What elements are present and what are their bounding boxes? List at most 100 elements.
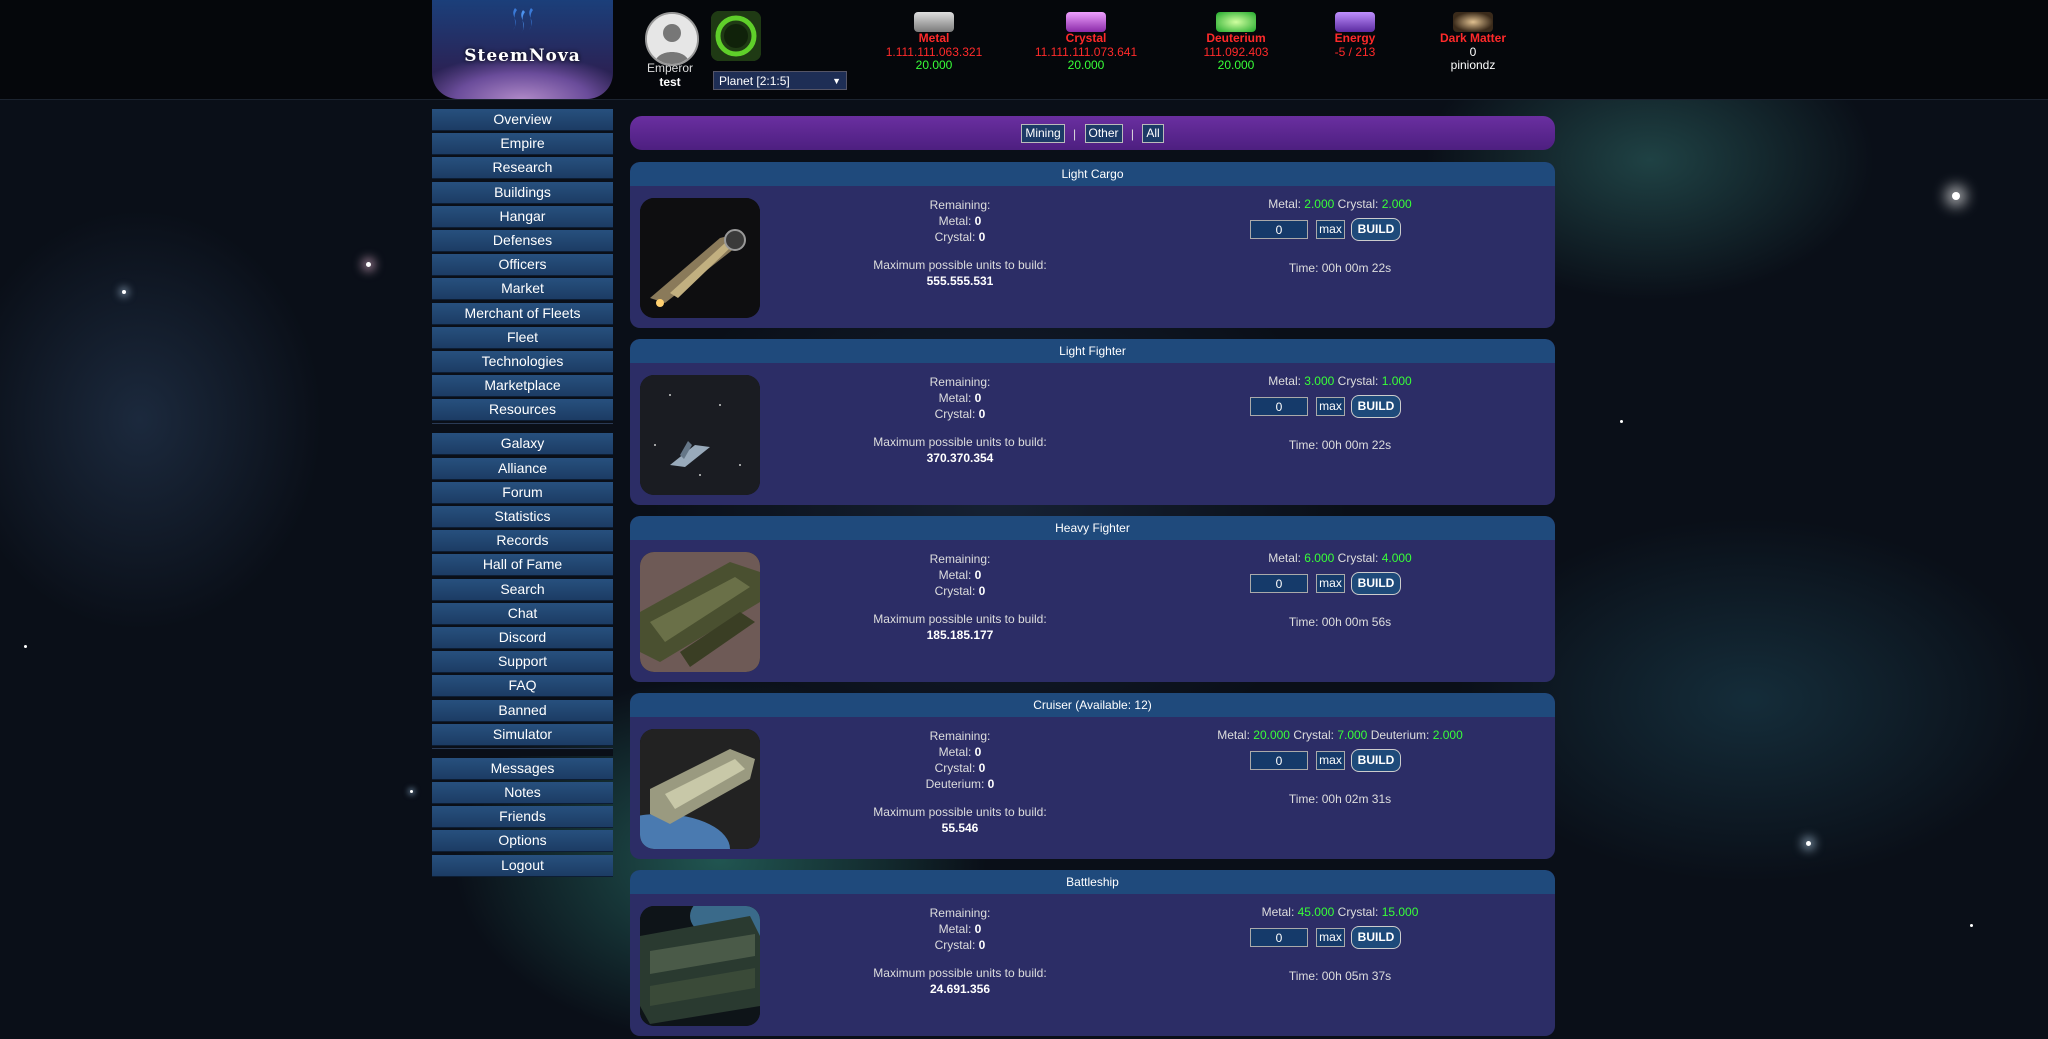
sidebar-item-galaxy[interactable]: Galaxy: [432, 433, 613, 456]
unit-remaining: Remaining: Metal: 0 Crystal: 0 Maximum p…: [810, 374, 1110, 466]
cost-crystal-label: Crystal:: [1337, 197, 1379, 211]
max-button[interactable]: max: [1316, 751, 1345, 770]
build-controls: 0 max BUILD: [1250, 749, 1430, 773]
sidebar-item-friends[interactable]: Friends: [432, 806, 613, 829]
resource-production: 20.000: [915, 58, 953, 72]
remaining-crystal-value: 0: [978, 584, 986, 598]
cost-crystal-label: Crystal:: [1337, 551, 1379, 565]
remaining-crystal-label: Crystal:: [934, 584, 976, 598]
max-button[interactable]: max: [1316, 928, 1345, 947]
filter-separator: |: [1130, 126, 1134, 141]
sidebar-item-simulator[interactable]: Simulator: [432, 723, 613, 746]
sidebar-item-forum[interactable]: Forum: [432, 481, 613, 504]
remaining-metal-value: 0: [974, 745, 982, 759]
remaining-deuterium-value: 0: [987, 777, 995, 791]
filter-all-button[interactable]: All: [1142, 124, 1164, 144]
logo-text: SteemNova: [464, 46, 581, 66]
sidebar-item-marketplace[interactable]: Marketplace: [432, 375, 613, 398]
cost-metal-label: Metal:: [1268, 551, 1301, 565]
background-star: [1970, 924, 1973, 927]
max-button[interactable]: max: [1316, 574, 1345, 593]
cost-crystal-label: Crystal:: [1293, 728, 1334, 742]
unit-image[interactable]: [640, 375, 760, 495]
unit-image[interactable]: [640, 906, 760, 1026]
unit-image[interactable]: [640, 552, 760, 672]
sidebar-item-chat[interactable]: Chat: [432, 602, 613, 625]
unit-cost: Metal: 20.000 Crystal: 7.000 Deuterium: …: [1130, 728, 1550, 742]
cost-crystal-label: Crystal:: [1337, 905, 1379, 919]
resource-name: Metal: [918, 31, 950, 45]
remaining-label: Remaining:: [929, 729, 991, 743]
quantity-input[interactable]: 0: [1250, 397, 1308, 416]
quantity-input[interactable]: 0: [1250, 574, 1308, 593]
cost-crystal-value: 15.000: [1381, 905, 1419, 919]
resource-crystal[interactable]: Crystal 11.111.111.073.641 20.000: [1016, 12, 1156, 73]
quantity-input[interactable]: 0: [1250, 751, 1308, 770]
sidebar-item-alliance[interactable]: Alliance: [432, 457, 613, 480]
max-button[interactable]: max: [1316, 397, 1345, 416]
sidebar-item-search[interactable]: Search: [432, 578, 613, 601]
planet-select[interactable]: Planet [2:1:5] ▼: [713, 71, 847, 90]
build-button[interactable]: BUILD: [1351, 749, 1401, 772]
sidebar-item-merchant-of-fleets[interactable]: Merchant of Fleets: [432, 302, 613, 325]
sidebar-item-fleet[interactable]: Fleet: [432, 326, 613, 349]
sidebar-item-support[interactable]: Support: [432, 651, 613, 674]
remaining-crystal-value: 0: [978, 230, 986, 244]
build-button[interactable]: BUILD: [1351, 395, 1401, 418]
sidebar-item-statistics[interactable]: Statistics: [432, 506, 613, 528]
unit-remaining: Remaining: Metal: 0 Crystal: 0 Maximum p…: [810, 551, 1110, 643]
sidebar-item-research[interactable]: Research: [432, 157, 613, 180]
max-units-label: Maximum possible units to build:: [873, 435, 1047, 449]
unit-cost: Metal: 6.000 Crystal: 4.000: [1130, 551, 1550, 565]
unit-image[interactable]: [640, 198, 760, 318]
unit-title: Cruiser (Available: 12): [630, 693, 1555, 717]
unit-image[interactable]: [640, 729, 760, 849]
sidebar-item-messages[interactable]: Messages: [432, 757, 613, 780]
sidebar-item-banned[interactable]: Banned: [432, 699, 613, 722]
cost-metal-value: 20.000: [1253, 728, 1290, 742]
sidebar-item-officers[interactable]: Officers: [432, 254, 613, 277]
sidebar-item-resources[interactable]: Resources: [432, 399, 613, 422]
remaining-metal-label: Metal:: [938, 391, 972, 405]
planet-image[interactable]: [711, 11, 761, 61]
background-star: [1806, 841, 1811, 846]
planet-icon: [711, 11, 761, 61]
resource-metal[interactable]: Metal 1.111.111.063.321 20.000: [864, 12, 1004, 73]
sidebar-item-technologies[interactable]: Technologies: [432, 350, 613, 373]
unit-cost: Metal: 3.000 Crystal: 1.000: [1130, 374, 1550, 388]
filter-other-button[interactable]: Other: [1084, 124, 1123, 144]
sidebar-item-empire[interactable]: Empire: [432, 133, 613, 156]
build-controls: 0 max BUILD: [1250, 218, 1430, 242]
cost-crystal-value: 7.000: [1337, 728, 1368, 742]
sidebar-item-defenses[interactable]: Defenses: [432, 229, 613, 252]
deuterium-icon: [1216, 12, 1256, 32]
background-star: [1952, 192, 1960, 200]
sidebar-item-overview[interactable]: Overview: [432, 109, 613, 131]
sidebar-item-notes[interactable]: Notes: [432, 782, 613, 805]
max-units-label: Maximum possible units to build:: [873, 805, 1047, 819]
filter-mining-button[interactable]: Mining: [1021, 124, 1065, 144]
unit-cruiser: Cruiser (Available: 12) Remaining: Metal…: [630, 693, 1555, 859]
steemnova-logo[interactable]: SteemNova: [432, 0, 613, 99]
sidebar-item-faq[interactable]: FAQ: [432, 675, 613, 698]
sidebar-item-buildings[interactable]: Buildings: [432, 181, 613, 204]
cost-deuterium-label: Deuterium:: [1370, 728, 1430, 742]
sidebar-item-discord[interactable]: Discord: [432, 626, 613, 649]
sidebar-item-hall-of-fame[interactable]: Hall of Fame: [432, 554, 613, 577]
sidebar-item-records[interactable]: Records: [432, 530, 613, 553]
unit-title: Heavy Fighter: [630, 516, 1555, 540]
sidebar-item-hangar[interactable]: Hangar: [432, 205, 613, 228]
build-button[interactable]: BUILD: [1351, 218, 1401, 241]
build-button[interactable]: BUILD: [1351, 572, 1401, 595]
avatar[interactable]: [645, 12, 699, 66]
quantity-input[interactable]: 0: [1250, 220, 1308, 239]
sidebar-item-logout[interactable]: Logout: [432, 854, 613, 877]
remaining-crystal-label: Crystal:: [934, 938, 976, 952]
resource-dark-matter[interactable]: Dark Matter 0 piniondz: [1403, 12, 1543, 73]
quantity-input[interactable]: 0: [1250, 928, 1308, 947]
max-button[interactable]: max: [1316, 220, 1345, 239]
sidebar-item-market[interactable]: Market: [432, 278, 613, 301]
build-button[interactable]: BUILD: [1351, 926, 1401, 949]
build-time: Time: 00h 02m 31s: [1288, 792, 1392, 806]
sidebar-item-options[interactable]: Options: [432, 830, 613, 853]
